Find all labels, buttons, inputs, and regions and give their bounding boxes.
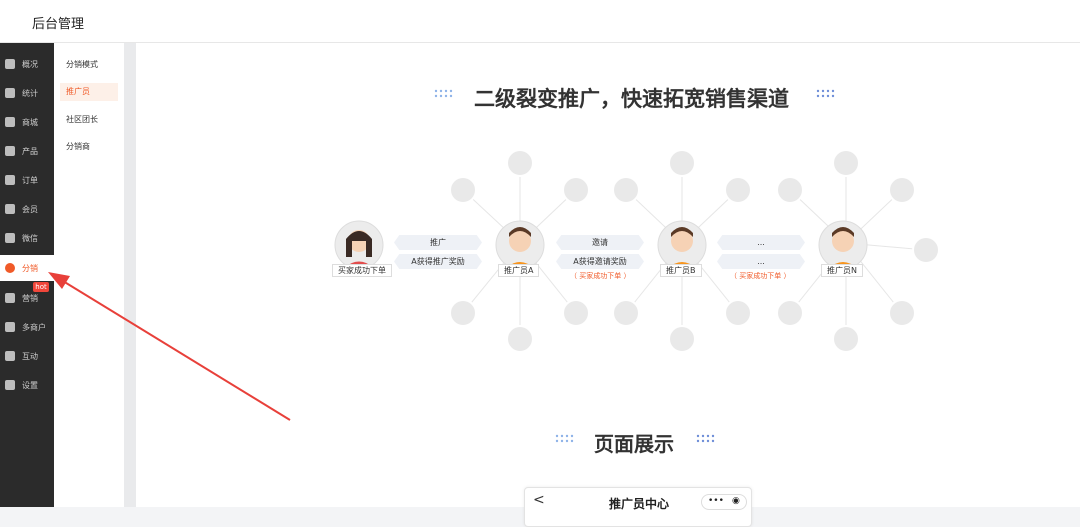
users-icon <box>5 263 15 273</box>
clipboard-icon <box>5 175 15 185</box>
promoter-n-label: 推广员N <box>821 264 863 277</box>
buyer-label: 买家成功下单 <box>332 264 392 277</box>
decor-dots-right <box>816 89 835 98</box>
subnav-item-community-leader[interactable]: 社区团长 <box>60 111 118 129</box>
mini-program-capsule[interactable]: ••• ◉ <box>701 494 747 510</box>
step2-bottom-label: A获得邀请奖励 <box>556 254 644 269</box>
step2-top-label: 邀请 <box>556 235 644 250</box>
target-icon[interactable]: ◉ <box>732 496 740 506</box>
app-title: 后台管理 <box>32 17 85 32</box>
promoter-b-label: 推广员B <box>660 264 702 277</box>
wechat-icon <box>5 233 15 243</box>
decor-dots-left <box>434 89 453 98</box>
sidebar-item-members[interactable]: 会员 <box>0 196 54 222</box>
main-content: 二级裂变推广，快速拓宽销售渠道 买家成功下单 推广 A获得推广奖励 推广员A 邀… <box>136 43 1080 527</box>
sidebar-item-multi-merchant[interactable]: 多商户 <box>0 314 54 340</box>
subnav-item-distribution-mode[interactable]: 分销模式 <box>60 56 118 74</box>
flag-icon <box>5 293 15 303</box>
store-icon <box>5 117 15 127</box>
sidebar-item-interaction[interactable]: 互动 <box>0 343 54 369</box>
sidebar-item-overview[interactable]: 概况 <box>0 51 54 77</box>
crown-icon <box>5 204 15 214</box>
hot-badge: hot <box>33 282 49 292</box>
decor-dots-left-2 <box>555 434 574 443</box>
step3-top-label: ... <box>717 235 805 250</box>
gear-icon <box>5 380 15 390</box>
promoter-a-label: 推广员A <box>498 264 540 277</box>
step3-bottom-label: ... <box>717 254 805 269</box>
chart-icon <box>5 88 15 98</box>
content-gutter <box>124 43 136 507</box>
subnav-item-distributor[interactable]: 分销商 <box>60 138 118 156</box>
sidebar-item-settings[interactable]: 设置 <box>0 372 54 398</box>
sub-navigation: 分销模式 推广员 社区团长 分销商 <box>54 43 124 507</box>
interact-icon <box>5 351 15 361</box>
shop-icon <box>5 322 15 332</box>
grid-icon <box>5 146 15 156</box>
subnav-item-promoter[interactable]: 推广员 <box>60 83 118 101</box>
step1-top-label: 推广 <box>394 235 482 250</box>
section-heading-page-display: 页面展示 <box>594 432 674 456</box>
top-bar: 后台管理 <box>0 0 1080 43</box>
sidebar: 概况 统计 商城 产品 订单 会员 微信 分销 营销 多商户 互动 设置 <box>0 43 54 507</box>
step2-note: （ 买家成功下单 ） <box>570 272 631 280</box>
sidebar-item-stats[interactable]: 统计 <box>0 80 54 106</box>
step1-bottom-label: A获得推广奖励 <box>394 254 482 269</box>
step3-note: （ 买家成功下单 ） <box>730 272 791 280</box>
more-icon[interactable]: ••• <box>708 496 724 506</box>
decor-dots-right-2 <box>696 434 715 443</box>
sidebar-item-distribution[interactable]: 分销 <box>0 255 54 281</box>
phone-preview: < 推广员中心 ••• ◉ <box>524 487 752 527</box>
sidebar-item-mall[interactable]: 商城 <box>0 109 54 135</box>
sidebar-item-orders[interactable]: 订单 <box>0 167 54 193</box>
sidebar-item-wechat[interactable]: 微信 <box>0 225 54 251</box>
sidebar-item-products[interactable]: 产品 <box>0 138 54 164</box>
layers-icon <box>5 59 15 69</box>
section-heading-referral: 二级裂变推广，快速拓宽销售渠道 <box>474 87 789 111</box>
